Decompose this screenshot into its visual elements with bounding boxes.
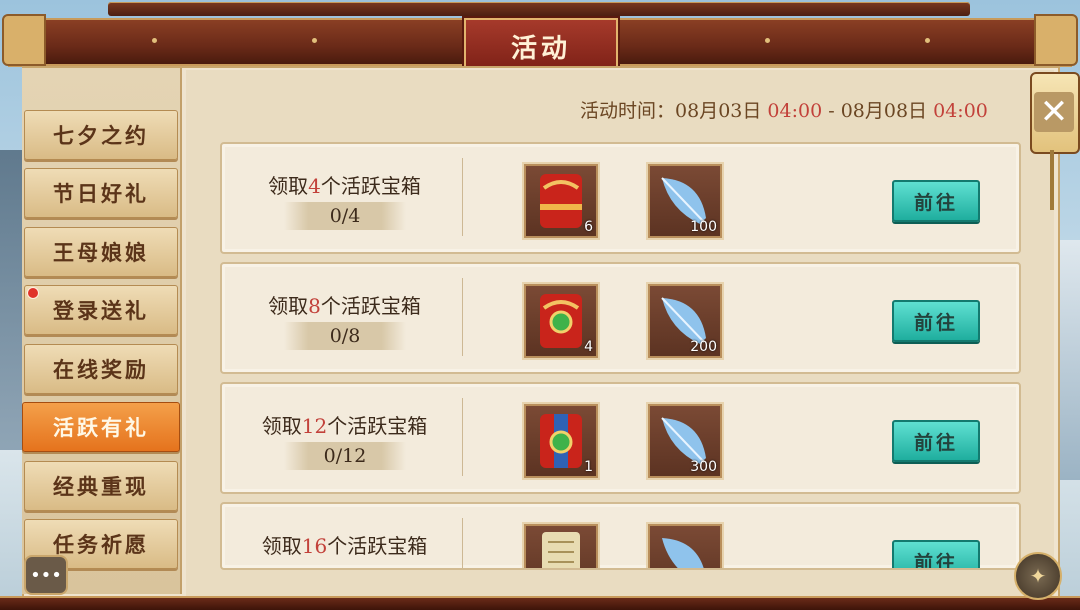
task-title-prefix: 领取 — [268, 174, 309, 198]
nail-icon — [152, 38, 157, 43]
task-title-prefix: 领取 — [268, 294, 309, 318]
jade-gift-pouch-icon[interactable]: 4 — [524, 284, 598, 358]
sidebar-tab-queen-mother[interactable]: 王母娘娘 — [24, 227, 178, 277]
reward-quantity: 1 — [584, 459, 593, 475]
sidebar[interactable]: 七夕之约 节日好礼 王母娘娘 登录送礼 在线奖励 活跃有礼 经典重现 任务祈愿 — [22, 68, 182, 594]
task-count: 16 — [301, 534, 328, 558]
nail-icon — [312, 38, 317, 43]
corner-menu-button[interactable]: ✦ — [1014, 552, 1062, 600]
task-title: 领取12个活跃宝箱 — [222, 410, 467, 439]
task-title: 领取16个活跃宝箱 — [222, 530, 467, 559]
go-button-label: 前往 — [913, 431, 958, 454]
sidebar-tab-label: 任务祈愿 — [53, 532, 149, 557]
sidebar-tab-label: 在线奖励 — [53, 357, 149, 382]
menu-icon: ✦ — [1029, 564, 1047, 588]
blue-feather-icon[interactable] — [648, 524, 722, 568]
reward-quantity: 6 — [584, 219, 593, 235]
task-count: 8 — [308, 294, 321, 318]
lantern-tassel — [1050, 150, 1054, 210]
task-progress: 0/8 — [284, 322, 406, 350]
sidebar-tab-festival-gift[interactable]: 节日好礼 — [24, 168, 178, 218]
blue-feather-icon[interactable]: 200 — [648, 284, 722, 358]
nail-icon — [765, 38, 770, 43]
sidebar-tab-login-gift[interactable]: 登录送礼 — [24, 285, 178, 335]
task-count: 4 — [308, 174, 321, 198]
reward-quantity: 100 — [690, 219, 717, 235]
task-row: 领取4个活跃宝箱 0/4 6 100 前往 — [220, 142, 1021, 254]
red-gift-pouch-icon[interactable]: 6 — [524, 164, 598, 238]
task-title-suffix: 个活跃宝箱 — [320, 294, 421, 318]
task-title-prefix: 领取 — [261, 534, 302, 558]
event-end-time: 04:00 — [933, 100, 988, 122]
sidebar-tab-label: 王母娘娘 — [53, 240, 149, 265]
notification-badge — [27, 287, 39, 299]
event-time-separator: - — [828, 100, 835, 122]
task-progress: 0/4 — [284, 202, 406, 230]
go-button[interactable]: 前往 — [892, 180, 980, 222]
row-divider — [462, 278, 463, 356]
event-time: 活动时间：08月03日 04:00 - 08月08日 04:00 — [580, 96, 988, 123]
task-title-suffix: 个活跃宝箱 — [320, 174, 421, 198]
task-title: 领取4个活跃宝箱 — [222, 170, 467, 199]
task-title-prefix: 领取 — [261, 414, 302, 438]
sidebar-tab-classic-return[interactable]: 经典重现 — [24, 461, 178, 511]
sidebar-tab-activity-gift[interactable]: 活跃有礼 — [22, 402, 180, 452]
go-button[interactable]: 前往 — [892, 300, 980, 342]
task-row: 领取8个活跃宝箱 0/8 4 200 前往 — [220, 262, 1021, 374]
sidebar-tab-label: 七夕之约 — [53, 123, 149, 148]
sidebar-tab-label: 经典重现 — [53, 474, 149, 499]
go-button-label: 前往 — [913, 311, 958, 334]
reward-quantity: 4 — [584, 339, 593, 355]
beam-end-right — [1034, 14, 1078, 66]
go-button[interactable]: 前往 — [892, 540, 980, 570]
task-count: 12 — [301, 414, 328, 438]
nail-icon — [925, 38, 930, 43]
sidebar-tab-label: 节日好礼 — [53, 181, 149, 206]
blue-feather-icon[interactable]: 100 — [648, 164, 722, 238]
sidebar-tab-label: 活跃有礼 — [53, 415, 149, 440]
blue-gift-pouch-icon[interactable]: 1 — [524, 404, 598, 478]
top-rail — [108, 2, 970, 16]
chat-icon: ••• — [30, 564, 62, 586]
event-end-date: 08月08日 — [840, 100, 928, 122]
task-title: 领取8个活跃宝箱 — [222, 290, 467, 319]
event-start-time: 04:00 — [767, 100, 823, 122]
go-button-label: 前往 — [913, 551, 958, 570]
reward-quantity: 200 — [690, 339, 717, 355]
chat-button[interactable]: ••• — [24, 555, 68, 595]
page-title: 活动 — [510, 33, 571, 64]
task-title-suffix: 个活跃宝箱 — [327, 414, 428, 438]
beam-end-left — [2, 14, 46, 66]
go-button[interactable]: 前往 — [892, 420, 980, 462]
go-button-label: 前往 — [913, 191, 958, 214]
close-icon: ✕ — [1039, 92, 1069, 132]
task-title-suffix: 个活跃宝箱 — [327, 534, 428, 558]
sidebar-tab-label: 登录送礼 — [53, 298, 149, 323]
sidebar-tab-online-reward[interactable]: 在线奖励 — [24, 344, 178, 394]
task-row: 领取12个活跃宝箱 0/12 1 300 前往 — [220, 382, 1021, 494]
row-divider — [462, 158, 463, 236]
event-time-label: 活动时间： — [580, 100, 676, 122]
row-divider — [462, 398, 463, 476]
event-start-date: 08月03日 — [675, 100, 762, 122]
task-progress: 0/12 — [284, 442, 406, 470]
sidebar-tab-qixi[interactable]: 七夕之约 — [24, 110, 178, 160]
blue-feather-icon[interactable]: 300 — [648, 404, 722, 478]
task-row: 领取16个活跃宝箱 前往 — [220, 502, 1021, 570]
close-button[interactable]: ✕ — [1034, 92, 1074, 132]
scroll-pouch-icon[interactable] — [524, 524, 598, 568]
row-divider — [462, 518, 463, 568]
reward-quantity: 300 — [690, 459, 717, 475]
